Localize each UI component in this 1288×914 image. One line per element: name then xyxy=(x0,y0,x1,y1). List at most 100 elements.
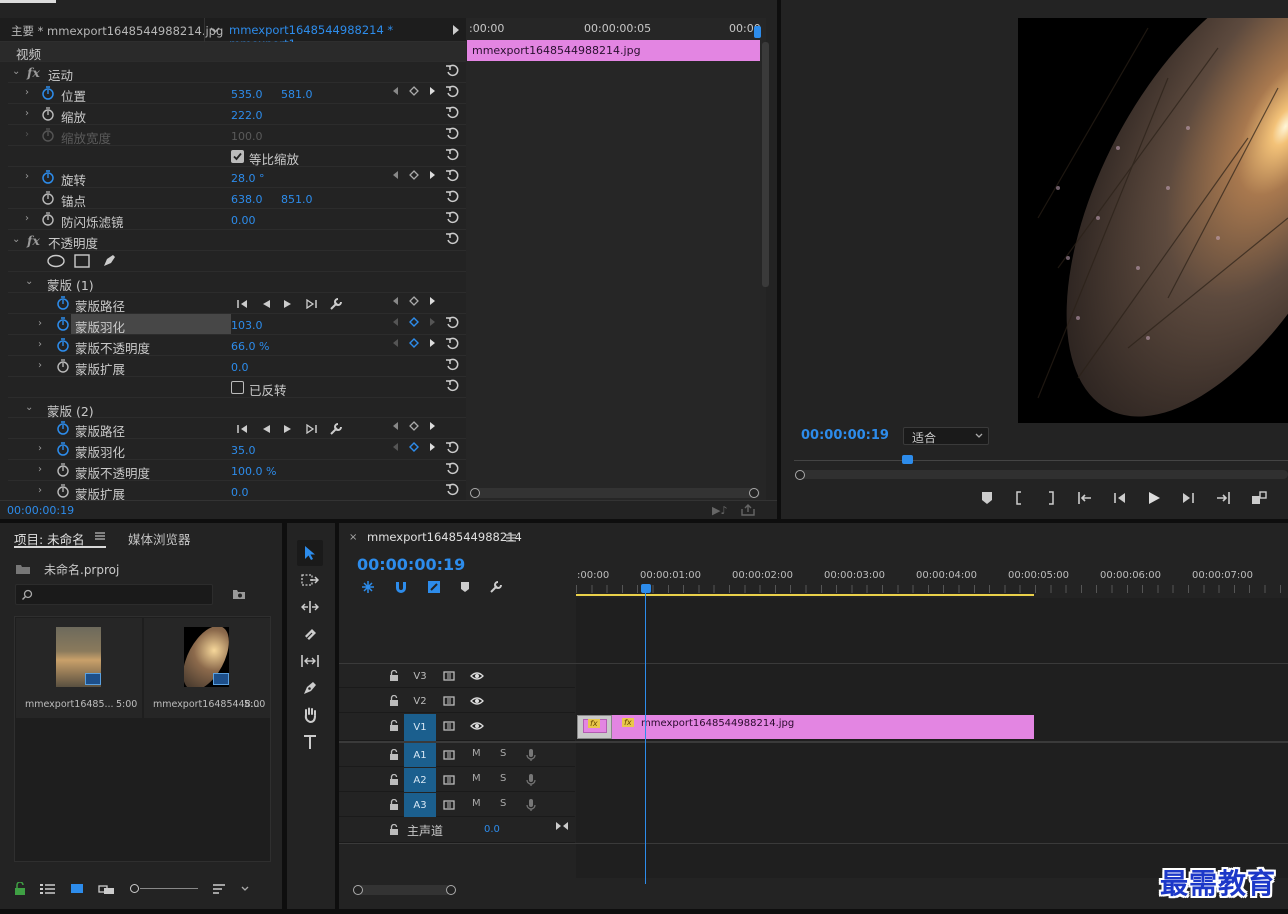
media-browser-tab[interactable]: 媒体浏览器 xyxy=(128,529,191,548)
prev-keyframe-icon[interactable] xyxy=(391,86,401,96)
stopwatch-icon-active[interactable] xyxy=(56,421,70,435)
inverted-checkbox[interactable] xyxy=(231,381,244,394)
next-keyframe-icon[interactable] xyxy=(427,86,437,96)
slip-tool-icon[interactable] xyxy=(297,648,323,674)
timeline-clip-v1[interactable]: fx mmexport1648544988214.jpg xyxy=(612,715,1034,739)
next-keyframe-icon[interactable] xyxy=(427,421,437,431)
chevron-right-icon[interactable]: › xyxy=(38,464,42,475)
sync-lock-icon[interactable] xyxy=(443,775,457,785)
source-clip-tab[interactable]: 主要 * mmexport1648544988214.jpg xyxy=(11,23,223,39)
playhead-marker[interactable] xyxy=(754,26,761,38)
wrench-icon[interactable] xyxy=(329,297,343,311)
project-item[interactable]: mmexport16485... 5:00 xyxy=(16,618,142,718)
stopwatch-icon-active[interactable] xyxy=(56,317,70,331)
sync-lock-icon[interactable] xyxy=(443,721,457,731)
sequence-tab[interactable]: mmexport1648544988214 xyxy=(367,530,522,544)
microphone-icon[interactable] xyxy=(526,798,536,812)
solo-button[interactable]: S xyxy=(500,748,506,759)
fx-icon[interactable]: fx xyxy=(27,65,40,80)
razor-tool-icon[interactable] xyxy=(297,621,323,647)
expand-right-icon[interactable] xyxy=(446,18,466,42)
reset-icon[interactable] xyxy=(445,441,459,455)
prev-keyframe-icon[interactable] xyxy=(391,296,401,306)
microphone-icon[interactable] xyxy=(526,748,536,762)
stopwatch-icon[interactable] xyxy=(56,359,70,373)
wrench-icon[interactable] xyxy=(329,422,343,436)
lock-icon[interactable] xyxy=(389,774,399,786)
lock-icon[interactable] xyxy=(389,720,399,732)
reset-icon[interactable] xyxy=(445,190,459,204)
lock-icon[interactable] xyxy=(389,695,399,707)
antiflicker-value[interactable]: 0.00 xyxy=(231,214,256,227)
track-backward-icon[interactable] xyxy=(261,299,271,309)
project-item[interactable]: mmexport16485448... 5:00 xyxy=(144,618,270,718)
close-icon[interactable]: × xyxy=(349,532,357,543)
mask-expansion-value[interactable]: 0.0 xyxy=(231,361,249,374)
chevron-down-icon[interactable]: ⌄ xyxy=(25,402,33,413)
reset-icon[interactable] xyxy=(445,106,459,120)
rectangle-mask-icon[interactable] xyxy=(74,254,90,268)
new-search-bin-icon[interactable] xyxy=(232,588,246,600)
track-target-v3[interactable]: V3 xyxy=(404,664,436,688)
mute-button[interactable]: M xyxy=(472,773,481,784)
chevron-right-icon[interactable]: › xyxy=(38,339,42,350)
chevron-right-icon[interactable]: › xyxy=(25,213,29,224)
mark-in-icon[interactable] xyxy=(1013,491,1025,505)
add-marker-icon[interactable] xyxy=(981,491,993,505)
prev-keyframe-icon[interactable] xyxy=(391,170,401,180)
list-view-icon[interactable] xyxy=(40,883,56,895)
clip-thumbnail-segment[interactable]: fx xyxy=(577,715,612,739)
next-keyframe-icon[interactable] xyxy=(427,442,437,452)
stopwatch-icon-active[interactable] xyxy=(56,296,70,310)
export-frame-icon[interactable] xyxy=(740,503,756,517)
lock-icon[interactable] xyxy=(389,799,399,811)
track-forward-one-icon[interactable] xyxy=(305,424,317,434)
reset-icon[interactable] xyxy=(445,379,459,393)
microphone-icon[interactable] xyxy=(526,773,536,787)
next-keyframe-icon[interactable] xyxy=(427,338,437,348)
chevron-right-icon[interactable]: › xyxy=(38,443,42,454)
fit-dropdown[interactable]: 适合 xyxy=(903,427,989,445)
lock-icon[interactable] xyxy=(14,882,26,896)
mark-out-icon[interactable] xyxy=(1045,491,1057,505)
panel-menu-icon[interactable] xyxy=(95,531,105,541)
reset-icon[interactable] xyxy=(445,462,459,476)
add-keyframe-icon[interactable] xyxy=(409,338,419,348)
next-keyframe-icon[interactable] xyxy=(427,317,437,327)
track-target-a3[interactable]: A3 xyxy=(404,793,436,817)
lock-icon[interactable] xyxy=(389,824,399,836)
program-time-ruler[interactable] xyxy=(794,455,1288,465)
panel-menu-icon[interactable] xyxy=(506,533,516,543)
track-forward-one-icon[interactable] xyxy=(305,299,317,309)
fx-icon[interactable]: fx xyxy=(27,233,40,248)
program-playhead[interactable] xyxy=(902,455,913,464)
prev-keyframe-icon[interactable] xyxy=(391,421,401,431)
add-keyframe-icon[interactable] xyxy=(409,86,419,96)
horizontal-zoom-scrollbar[interactable] xyxy=(470,488,760,498)
sync-lock-icon[interactable] xyxy=(443,696,457,706)
chevron-down-icon[interactable] xyxy=(240,884,250,894)
program-video-frame[interactable] xyxy=(1018,18,1288,423)
track-backward-icon[interactable] xyxy=(261,424,271,434)
stopwatch-icon[interactable] xyxy=(41,107,55,121)
timeline-ruler[interactable]: :00:00 00:00:01:00 00:00:02:00 00:00:03:… xyxy=(576,563,1288,598)
track-forward-icon[interactable] xyxy=(283,424,293,434)
ellipse-mask-icon[interactable] xyxy=(46,254,66,268)
play-icon[interactable] xyxy=(1147,491,1161,505)
chevron-down-icon[interactable] xyxy=(204,18,224,42)
stopwatch-icon-active[interactable] xyxy=(41,170,55,184)
ripple-edit-tool-icon[interactable] xyxy=(297,594,323,620)
solo-button[interactable]: S xyxy=(500,773,506,784)
timeline-playhead-handle[interactable] xyxy=(641,584,651,593)
type-tool-icon[interactable] xyxy=(297,729,323,755)
reset-icon[interactable] xyxy=(445,85,459,99)
timeline-timecode[interactable]: 00:00:00:19 xyxy=(357,555,465,574)
scale-value[interactable]: 222.0 xyxy=(231,109,263,122)
anchor-x-value[interactable]: 638.0 xyxy=(231,193,263,206)
stopwatch-icon-active[interactable] xyxy=(41,86,55,100)
mute-button[interactable]: M xyxy=(472,748,481,759)
track-forward-icon[interactable] xyxy=(283,299,293,309)
eye-icon[interactable] xyxy=(470,671,484,681)
reset-icon[interactable] xyxy=(445,148,459,162)
track-target-a1[interactable]: A1 xyxy=(404,743,436,767)
